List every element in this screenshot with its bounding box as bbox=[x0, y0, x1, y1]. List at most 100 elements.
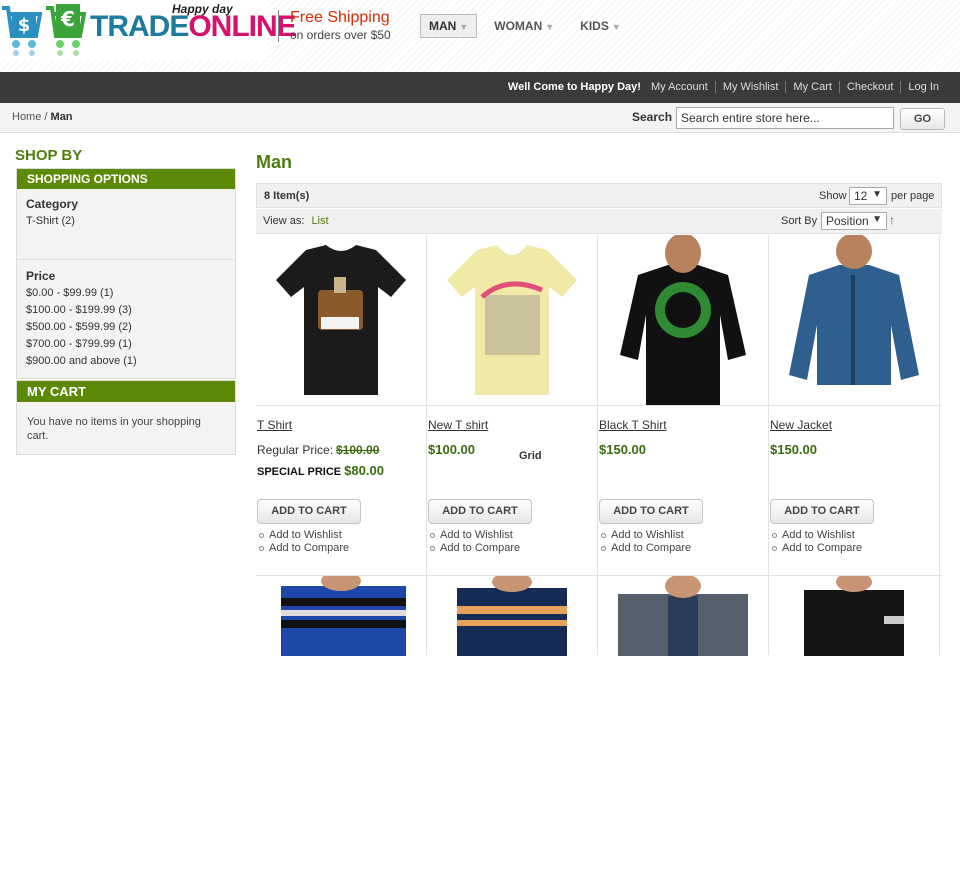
per-page-select[interactable]: 12 ▼ bbox=[849, 187, 887, 205]
price-range-link[interactable]: $100.00 - $199.99 (3) bbox=[26, 302, 226, 319]
nav-item-woman[interactable]: WOMAN ▼ bbox=[485, 14, 563, 38]
add-to-wishlist-link[interactable]: Add to Wishlist bbox=[430, 529, 513, 541]
price-range-link[interactable]: $700.00 - $799.99 (1) bbox=[26, 336, 226, 353]
my-cart-header: MY CART bbox=[17, 381, 235, 402]
euro-cart-icon: € bbox=[46, 4, 86, 56]
product-image[interactable] bbox=[427, 576, 597, 656]
add-to-compare-link[interactable]: Add to Compare bbox=[259, 542, 349, 554]
page-title: Man bbox=[256, 152, 292, 172]
add-to-compare-link[interactable]: Add to Compare bbox=[430, 542, 520, 554]
add-to-compare-link[interactable]: Add to Compare bbox=[601, 542, 691, 554]
welcome-message: Well Come to Happy Day! bbox=[507, 81, 641, 93]
header-divider bbox=[278, 10, 279, 42]
bullet-icon bbox=[601, 545, 606, 551]
category-title: Category bbox=[26, 197, 79, 211]
product-name-link[interactable]: New T shirt bbox=[428, 418, 488, 432]
product-image[interactable] bbox=[598, 576, 768, 656]
bullet-icon bbox=[259, 532, 264, 538]
add-to-wishlist-link[interactable]: Add to Wishlist bbox=[601, 529, 684, 541]
nav-item-label: MAN bbox=[429, 19, 457, 33]
nav-item-kids[interactable]: KIDS ▼ bbox=[571, 14, 630, 38]
log-in-link[interactable]: Log In bbox=[900, 81, 946, 93]
checkout-link[interactable]: Checkout bbox=[838, 81, 900, 93]
bullet-icon bbox=[259, 545, 264, 551]
cart-empty-message: You have no items in your shopping cart. bbox=[27, 416, 201, 442]
view-as-label: View as: bbox=[263, 215, 305, 227]
account-bar: Well Come to Happy Day! My Account My Wi… bbox=[0, 72, 960, 103]
breadcrumb-separator: / bbox=[44, 111, 48, 123]
per-page-value: 12 bbox=[854, 189, 868, 203]
dropdown-arrow-icon: ▼ bbox=[872, 189, 882, 200]
sort-direction-icon[interactable]: ↑ bbox=[889, 213, 895, 227]
wishlist-label: Add to Wishlist bbox=[269, 529, 342, 541]
add-to-cart-button[interactable]: ADD TO CART bbox=[428, 499, 532, 524]
product-image[interactable] bbox=[427, 235, 597, 405]
my-account-link[interactable]: My Account bbox=[651, 81, 715, 93]
product-card: New T shirt $100.00 ADD TO CART Add to W… bbox=[427, 235, 598, 656]
my-wishlist-link[interactable]: My Wishlist bbox=[714, 81, 786, 93]
brand-name: TRADEONLINE bbox=[90, 10, 297, 44]
product-image[interactable] bbox=[769, 576, 939, 656]
chevron-down-icon: ▼ bbox=[459, 22, 469, 32]
product-name-link[interactable]: New Jacket bbox=[770, 418, 832, 432]
free-shipping-title: Free Shipping bbox=[290, 9, 390, 26]
shopping-options-header: SHOPPING OPTIONS bbox=[17, 169, 235, 189]
search-go-button[interactable]: GO bbox=[900, 108, 945, 130]
add-to-wishlist-link[interactable]: Add to Wishlist bbox=[772, 529, 855, 541]
nav-item-label: KIDS bbox=[580, 19, 609, 33]
product-price: $150.00 bbox=[599, 442, 646, 457]
product-image[interactable] bbox=[256, 235, 426, 405]
view-list-link[interactable]: List bbox=[311, 215, 328, 227]
product-price: $150.00 bbox=[770, 442, 817, 457]
chevron-down-icon: ▼ bbox=[611, 22, 621, 32]
brand-logo[interactable]: $ € Happy day TRADEONLINE bbox=[0, 0, 297, 60]
bullet-icon bbox=[430, 545, 435, 551]
product-name-link[interactable]: Black T Shirt bbox=[599, 418, 667, 432]
price-range-link[interactable]: $500.00 - $599.99 (2) bbox=[26, 319, 226, 336]
site-header: $ € Happy day TRADEONLINE Free Shipping … bbox=[0, 0, 960, 72]
product-image[interactable] bbox=[769, 235, 939, 405]
wishlist-label: Add to Wishlist bbox=[782, 529, 855, 541]
search-label: Search bbox=[632, 110, 673, 124]
add-to-wishlist-link[interactable]: Add to Wishlist bbox=[259, 529, 342, 541]
product-name-link[interactable]: T Shirt bbox=[257, 418, 292, 432]
product-image[interactable] bbox=[598, 235, 768, 405]
wishlist-label: Add to Wishlist bbox=[611, 529, 684, 541]
bullet-icon bbox=[772, 545, 777, 551]
add-to-compare-link[interactable]: Add to Compare bbox=[772, 542, 862, 554]
search-input[interactable] bbox=[676, 107, 894, 129]
sort-toolbar: View as: Grid List Sort By Position ▼ ↑ bbox=[256, 209, 942, 462]
add-to-cart-button[interactable]: ADD TO CART bbox=[257, 499, 361, 524]
compare-label: Add to Compare bbox=[269, 542, 350, 554]
compare-label: Add to Compare bbox=[782, 542, 863, 554]
black-tshirt-image bbox=[804, 576, 904, 656]
price-range-link[interactable]: $900.00 and above (1) bbox=[26, 353, 226, 370]
view-mode: View as: Grid List bbox=[263, 215, 542, 462]
breadcrumb-current: Man bbox=[50, 111, 73, 123]
add-to-cart-button[interactable]: ADD TO CART bbox=[770, 499, 874, 524]
brand-name-part2: ONLINE bbox=[188, 10, 296, 43]
category-filter: Category T-Shirt (2) bbox=[17, 189, 235, 260]
bullet-icon bbox=[601, 532, 606, 538]
regular-price-label: Regular Price: bbox=[257, 443, 334, 457]
price-range-link[interactable]: $0.00 - $99.99 (1) bbox=[26, 285, 226, 302]
product-image[interactable] bbox=[256, 576, 426, 656]
free-shipping-subtitle: on orders over $50 bbox=[290, 28, 391, 42]
jacket-image bbox=[789, 235, 919, 385]
add-to-cart-button[interactable]: ADD TO CART bbox=[599, 499, 703, 524]
my-cart-box: MY CART You have no items in your shoppi… bbox=[16, 380, 236, 455]
special-price-label: SPECIAL PRICE bbox=[257, 466, 342, 478]
nav-item-man[interactable]: MAN ▼ bbox=[420, 14, 478, 38]
product-card: T Shirt Regular Price: $100.00 SPECIAL PR… bbox=[256, 235, 427, 656]
my-cart-link[interactable]: My Cart bbox=[785, 81, 839, 93]
tshirt-image bbox=[447, 245, 577, 395]
price-filter: Price $0.00 - $99.99 (1) $100.00 - $199.… bbox=[17, 260, 235, 378]
nav-item-label: WOMAN bbox=[494, 19, 543, 33]
show-label: Show bbox=[819, 190, 847, 202]
shopping-options-box: SHOPPING OPTIONS Category T-Shirt (2) Pr… bbox=[16, 168, 236, 379]
category-tshirt-link[interactable]: T-Shirt (2) bbox=[26, 213, 226, 230]
breadcrumb-home-link[interactable]: Home bbox=[12, 111, 41, 123]
sort-by-select[interactable]: Position ▼ bbox=[821, 212, 887, 230]
shop-by-title: SHOP BY bbox=[15, 147, 83, 164]
top-navigation: MAN ▼ WOMAN ▼ KIDS ▼ bbox=[420, 14, 638, 38]
